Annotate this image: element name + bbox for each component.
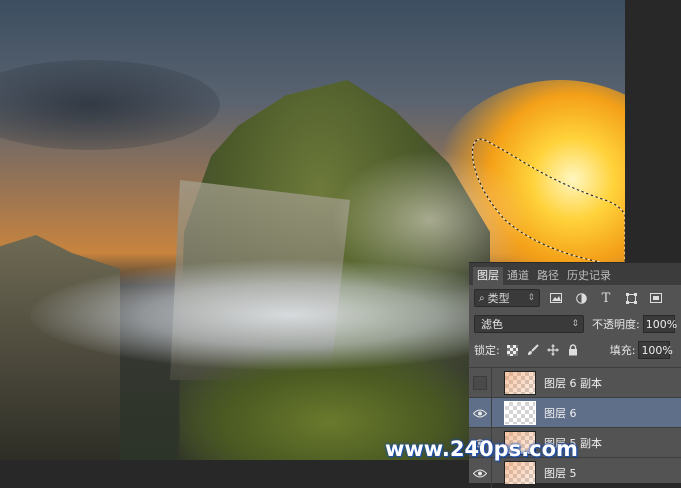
watermark-text: www.240ps.com [385, 437, 578, 461]
visibility-empty-icon [473, 376, 487, 390]
visibility-toggle-on[interactable] [469, 458, 492, 488]
blend-mode-select[interactable]: 滤色 ⇕ [474, 315, 584, 333]
opacity-label: 不透明度: [592, 318, 640, 331]
lock-label: 锁定: [474, 344, 500, 357]
filter-row: ⌕ 类型 ⇕ T [469, 285, 681, 311]
tab-channels[interactable]: 通道 [503, 267, 533, 285]
fill-label: 填充: [609, 344, 636, 357]
eye-icon [473, 409, 487, 417]
layer-row[interactable]: 图层 6 副本 [469, 367, 681, 398]
blend-row: 滤色 ⇕ 不透明度: 100% [469, 311, 681, 337]
layer-thumbnail [504, 401, 536, 425]
smart-object-filter-icon[interactable] [647, 289, 665, 307]
lock-all-padlock-icon[interactable] [566, 343, 580, 357]
panel-tabs: 图层 通道 路径 历史记录 [469, 263, 681, 285]
eye-icon [473, 469, 487, 477]
tab-layers[interactable]: 图层 [473, 267, 503, 285]
layer-name: 图层 5 [544, 467, 577, 480]
search-icon: ⌕ [479, 292, 485, 304]
visibility-toggle-off[interactable] [469, 368, 492, 398]
blend-mode-value: 滤色 [481, 318, 503, 331]
layer-row-selected[interactable]: 图层 6 [469, 397, 681, 428]
lock-pixels-brush-icon[interactable] [526, 343, 540, 357]
adjustment-filter-icon[interactable] [572, 289, 590, 307]
layer-thumbnail [504, 461, 536, 485]
layer-name: 图层 6 [544, 407, 577, 420]
tab-paths[interactable]: 路径 [533, 267, 563, 285]
layer-thumbnail [504, 371, 536, 395]
pixel-filter-icon[interactable] [547, 289, 565, 307]
fill-input[interactable]: 100% [638, 341, 673, 359]
opacity-input[interactable]: 100% [642, 315, 677, 333]
layer-filter-select[interactable]: ⌕ 类型 ⇕ [474, 289, 540, 307]
filter-label: 类型 [487, 292, 510, 305]
workspace-background [625, 0, 681, 262]
shape-filter-icon[interactable] [622, 289, 640, 307]
type-filter-icon[interactable]: T [597, 289, 615, 307]
lock-transparency-icon[interactable] [506, 343, 520, 357]
visibility-toggle-on[interactable] [469, 398, 492, 428]
updown-arrow-icon: ⇕ [527, 293, 535, 303]
updown-arrow-icon: ⇕ [571, 319, 579, 329]
tab-history[interactable]: 历史记录 [563, 267, 615, 285]
lock-row: 锁定: 填充: 100% [469, 337, 681, 363]
layer-name: 图层 6 副本 [544, 377, 602, 390]
lock-position-move-icon[interactable] [546, 343, 560, 357]
layer-row[interactable]: 图层 5 [469, 457, 681, 488]
